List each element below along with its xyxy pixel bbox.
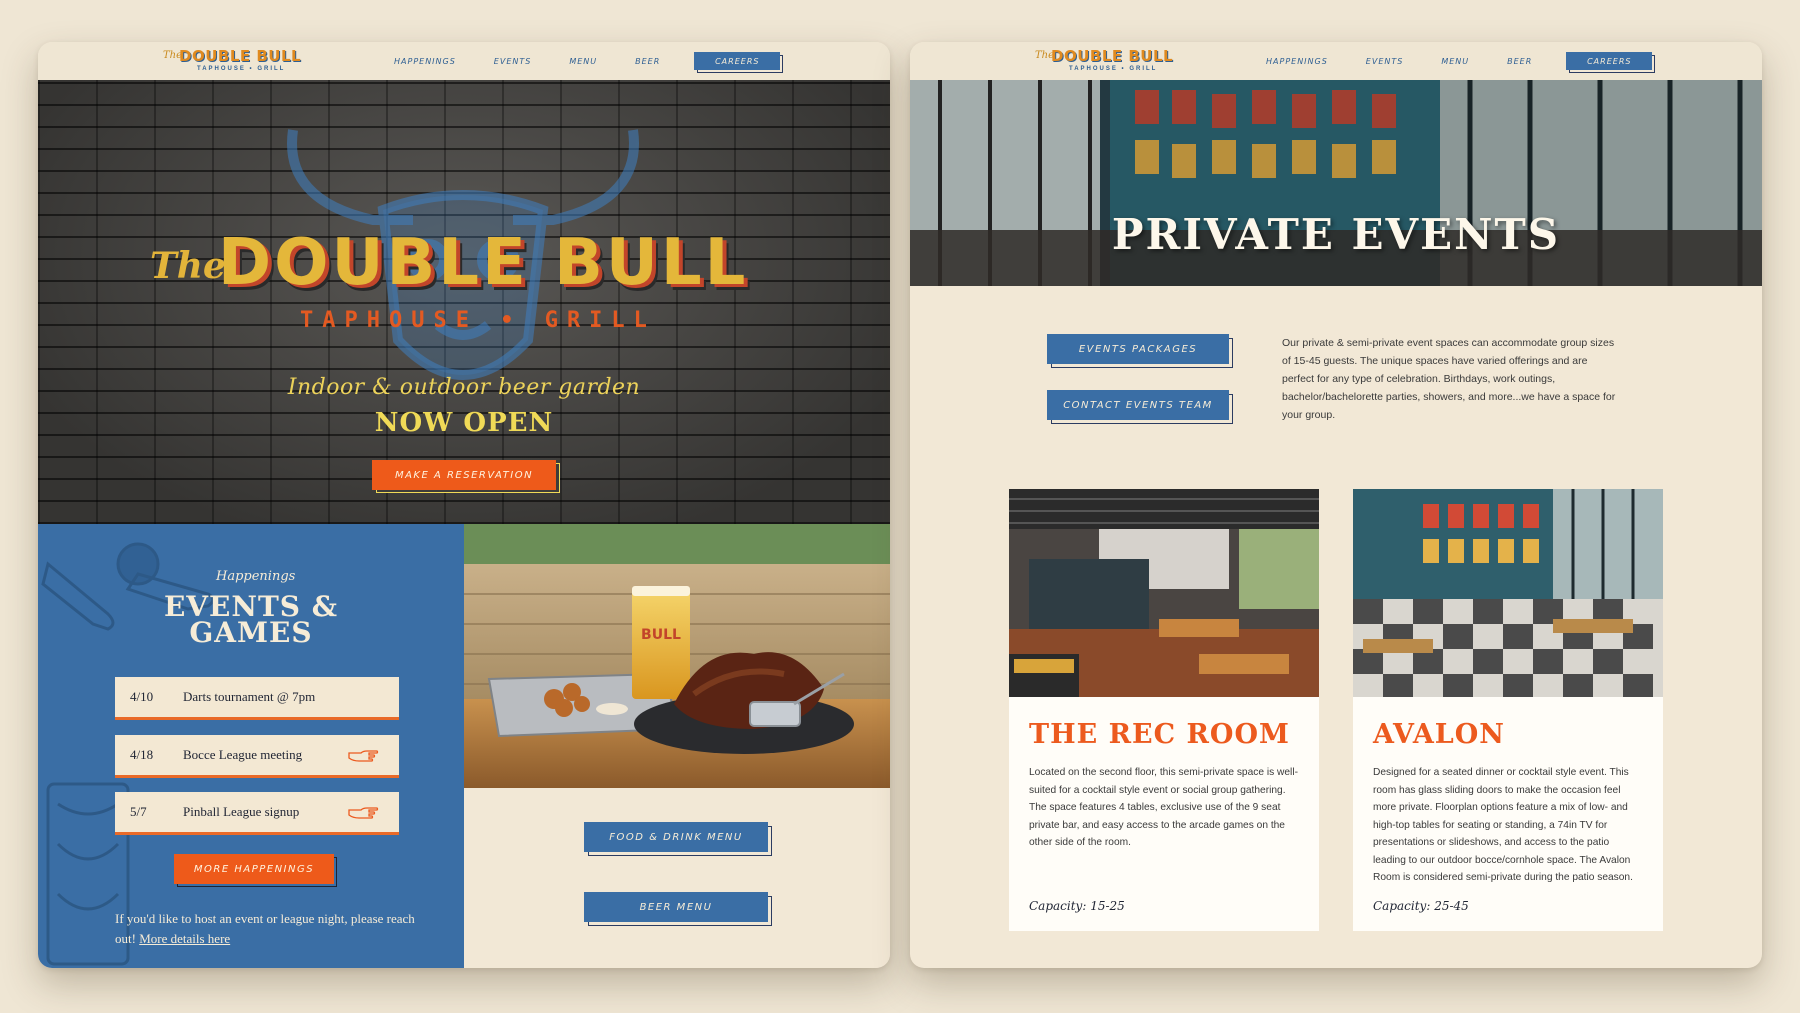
- logo-sub: TAPHOUSE • GRILL: [197, 66, 286, 72]
- make-reservation-button[interactable]: MAKE A RESERVATION: [372, 460, 556, 490]
- logo-name: DOUBLE BULL: [179, 47, 302, 65]
- room-card-rec-room: THE REC ROOM Located on the second floor…: [1009, 489, 1319, 931]
- event-row[interactable]: 5/7 Pinball League signup: [115, 792, 399, 832]
- nav-menu[interactable]: MENU: [569, 57, 597, 66]
- room-name: AVALON: [1373, 719, 1505, 750]
- nav-menu[interactable]: MENU: [1441, 57, 1469, 66]
- main-nav: HAPPENINGS EVENTS MENU BEER CAREERS: [394, 42, 781, 80]
- site-header: The DOUBLE BULL TAPHOUSE • GRILL HAPPENI…: [38, 42, 890, 81]
- food-and-beer-photo: BULL: [464, 524, 890, 788]
- hero-banner: The DOUBLE BULL TAPHOUSE • GRILL Indoor …: [38, 80, 890, 524]
- nav-beer[interactable]: BEER: [635, 57, 660, 66]
- nav-events[interactable]: EVENTS: [1366, 57, 1404, 66]
- avalon-room-photo: [1353, 489, 1663, 697]
- event-date: 4/10: [130, 689, 154, 704]
- hero-the: The: [150, 245, 226, 287]
- site-logo[interactable]: The DOUBLE BULL TAPHOUSE • GRILL: [1035, 47, 1175, 75]
- rec-room-photo: [1009, 489, 1319, 697]
- private-events-title: PRIVATE EVENTS: [1111, 210, 1561, 259]
- nav-happenings[interactable]: HAPPENINGS: [394, 57, 456, 66]
- more-details-link[interactable]: More details here: [139, 931, 230, 946]
- contact-events-team-button[interactable]: CONTACT EVENTS TEAM: [1047, 390, 1229, 420]
- svg-text:BULL: BULL: [641, 627, 681, 643]
- hero-title: DOUBLE BULL: [218, 226, 749, 300]
- nav-happenings[interactable]: HAPPENINGS: [1266, 57, 1328, 66]
- hero-subtitle: TAPHOUSE • GRILL: [300, 308, 656, 333]
- logo-name: DOUBLE BULL: [1051, 47, 1174, 65]
- event-name: Darts tournament @ 7pm: [183, 689, 316, 704]
- event-name: Bocce League meeting: [183, 747, 303, 762]
- happenings-title: EVENTS & GAMES: [38, 593, 464, 649]
- site-header: The DOUBLE BULL TAPHOUSE • GRILL HAPPENI…: [910, 42, 1762, 81]
- room-description: Located on the second floor, this semi-p…: [1029, 767, 1298, 848]
- room-card-avalon: AVALON Designed for a seated dinner or c…: [1353, 489, 1663, 931]
- pointing-hand-icon: [348, 750, 379, 762]
- room-description: Designed for a seated dinner or cocktail…: [1373, 767, 1633, 883]
- main-nav: HAPPENINGS EVENTS MENU BEER CAREERS: [1266, 42, 1653, 80]
- homepage-panel: The DOUBLE BULL TAPHOUSE • GRILL HAPPENI…: [38, 42, 890, 968]
- menu-links: FOOD & DRINK MENU BEER MENU: [464, 788, 890, 968]
- pointing-hand-icon: [348, 807, 379, 819]
- event-row[interactable]: 4/10 Darts tournament @ 7pm: [115, 677, 399, 717]
- nav-events[interactable]: EVENTS: [494, 57, 532, 66]
- nav-beer[interactable]: BEER: [1507, 57, 1532, 66]
- logo-sub: TAPHOUSE • GRILL: [1069, 66, 1158, 72]
- site-logo[interactable]: The DOUBLE BULL TAPHOUSE • GRILL: [163, 47, 303, 75]
- careers-button[interactable]: CAREERS: [1566, 52, 1653, 70]
- food-drink-menu-button[interactable]: FOOD & DRINK MENU: [584, 822, 768, 852]
- events-packages-button[interactable]: EVENTS PACKAGES: [1047, 334, 1229, 364]
- event-row[interactable]: 4/18 Bocce League meeting: [115, 735, 399, 775]
- event-name: Pinball League signup: [183, 804, 300, 819]
- room-name: THE REC ROOM: [1029, 719, 1290, 750]
- happenings-title-line2: GAMES: [189, 616, 313, 649]
- careers-button[interactable]: CAREERS: [694, 52, 781, 70]
- event-date: 5/7: [130, 804, 147, 819]
- more-happenings-button[interactable]: MORE HAPPENINGS: [174, 854, 334, 884]
- room-capacity: Capacity: 15-25: [1029, 899, 1125, 913]
- private-events-panel: The DOUBLE BULL TAPHOUSE • GRILL HAPPENI…: [910, 42, 1762, 968]
- private-events-description: Our private & semi-private event spaces …: [1282, 337, 1616, 421]
- hero-now-open: NOW OPEN: [374, 408, 554, 438]
- hero-tagline: Indoor & outdoor beer garden: [287, 375, 641, 400]
- happenings-kicker: Happenings: [216, 569, 296, 584]
- private-events-hero: PRIVATE EVENTS: [910, 80, 1762, 286]
- happenings-section: Happenings EVENTS & GAMES 4/10 Darts tou…: [38, 524, 464, 968]
- room-capacity: Capacity: 25-45: [1373, 899, 1469, 913]
- event-date: 4/18: [130, 747, 154, 762]
- beer-menu-button[interactable]: BEER MENU: [584, 892, 768, 922]
- host-event-note: If you'd like to host an event or league…: [115, 909, 415, 949]
